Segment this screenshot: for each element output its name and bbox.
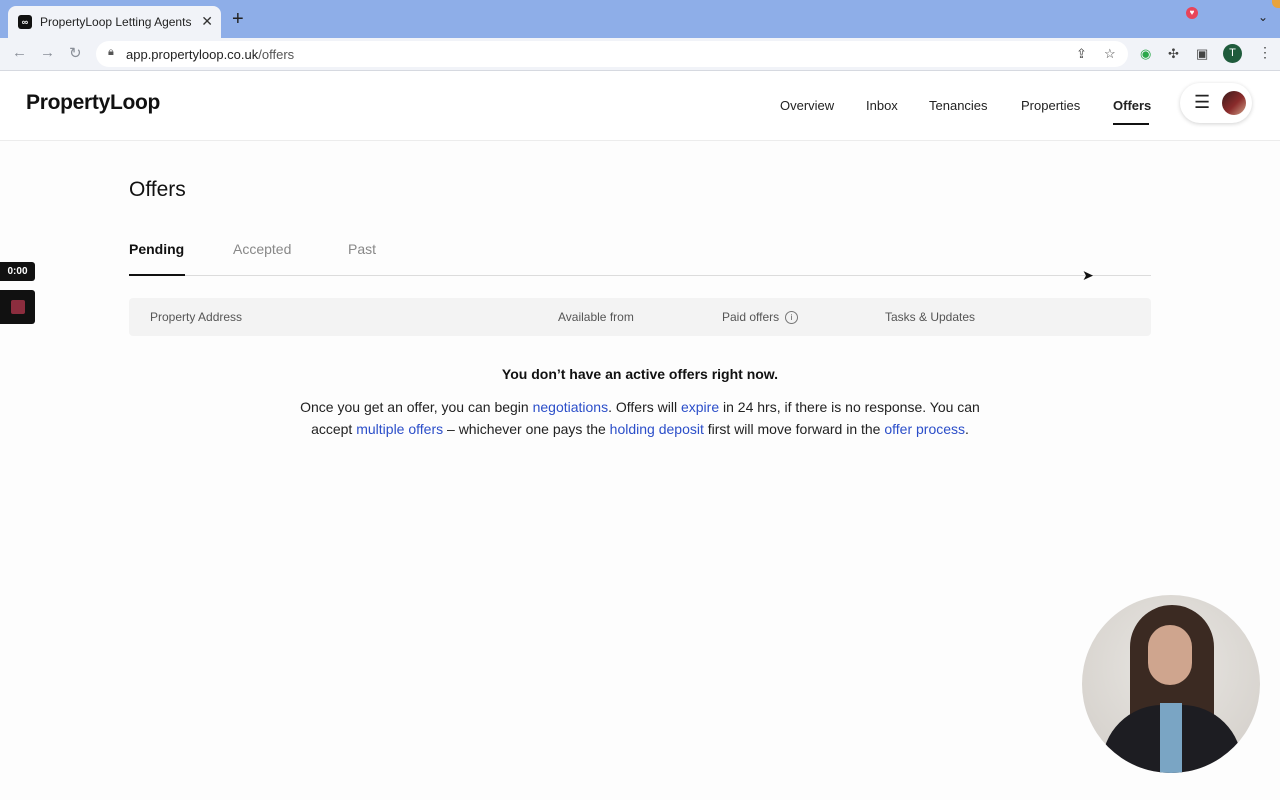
kebab-menu-icon[interactable]: ⋮ — [1258, 44, 1272, 61]
link-negotiations[interactable]: negotiations — [533, 399, 609, 415]
address-bar[interactable]: 🔒︎ app.propertyloop.co.uk/offers ⇪ ☆ — [96, 41, 1128, 67]
stop-icon — [11, 300, 25, 314]
empty-text-1: Once you get an offer, you can begin — [300, 399, 533, 415]
webcam-bubble[interactable] — [1082, 595, 1260, 773]
empty-text-5: first will move forward in the — [703, 420, 885, 437]
extension-icon[interactable]: ◉ — [1140, 46, 1151, 62]
close-tab-icon[interactable]: ✕ — [201, 13, 213, 30]
tabs-divider — [129, 275, 1151, 276]
url-path: /offers — [258, 47, 295, 62]
empty-text-6: . — [965, 420, 969, 437]
account-menu-button[interactable]: ☰ — [1180, 83, 1252, 123]
nav-offers[interactable]: Offers — [1113, 98, 1151, 113]
tab-pending[interactable]: Pending — [129, 241, 184, 257]
browser-tab[interactable]: ∞ PropertyLoop Letting Agents Ir ✕ — [8, 6, 221, 38]
link-offer-process[interactable]: offer process — [884, 421, 965, 437]
page-title: Offers — [129, 178, 186, 201]
puzzle-icon[interactable]: ✣ — [1168, 46, 1179, 62]
empty-state-title: You don’t have an active offers right no… — [501, 366, 779, 382]
tab-title: PropertyLoop Letting Agents Ir — [40, 15, 195, 29]
window-indicator — [1272, 0, 1280, 8]
info-icon[interactable]: i — [785, 311, 799, 325]
share-icon[interactable]: ⇪ — [1076, 46, 1087, 62]
column-paid-offers-label: Paid offers — [722, 310, 780, 324]
logo[interactable]: PropertyLoop — [26, 91, 160, 115]
empty-text-4: – whichever one pays the — [443, 420, 610, 437]
column-available-from: Available from — [558, 310, 634, 324]
link-expire[interactable]: expire — [681, 399, 719, 415]
url-text[interactable]: app.propertyloop.co.uk/offers — [126, 47, 294, 62]
back-icon[interactable]: ← — [12, 44, 27, 61]
nav-inbox[interactable]: Inbox — [866, 98, 898, 113]
nav-active-indicator — [1113, 123, 1149, 125]
browser-tabstrip: ∞ PropertyLoop Letting Agents Ir ✕ + ⌄ — [0, 0, 1280, 38]
empty-state-body: Once you get an offer, you can begin neg… — [300, 397, 980, 440]
link-multiple-offers[interactable]: multiple offers — [356, 421, 443, 437]
lock-icon[interactable]: 🔒︎ — [108, 46, 114, 59]
notification-badge-icon[interactable]: ♥ — [1186, 7, 1198, 19]
nav-overview[interactable]: Overview — [780, 98, 834, 113]
nav-properties[interactable]: Properties — [1021, 98, 1080, 113]
webcam-shirt — [1160, 703, 1182, 773]
avatar — [1222, 91, 1246, 115]
empty-text-2: . Offers will — [608, 399, 681, 415]
webcam-face — [1148, 625, 1192, 685]
table-header: Property Address Available from Paid off… — [129, 298, 1151, 336]
cursor-icon: ➤ — [1082, 267, 1094, 283]
forward-icon[interactable]: → — [40, 44, 55, 61]
sidepanel-icon[interactable]: ▣ — [1196, 46, 1208, 62]
nav-tenancies[interactable]: Tenancies — [929, 98, 988, 113]
reload-icon[interactable]: ↻ — [69, 44, 82, 62]
new-tab-icon[interactable]: + — [232, 9, 244, 29]
url-domain: app.propertyloop.co.uk — [126, 47, 259, 62]
tab-search-icon[interactable]: ⌄ — [1258, 10, 1268, 24]
favicon-icon: ∞ — [18, 15, 32, 29]
hamburger-icon: ☰ — [1194, 92, 1211, 112]
star-icon[interactable]: ☆ — [1104, 46, 1116, 62]
tab-accepted[interactable]: Accepted — [233, 241, 291, 257]
profile-avatar[interactable]: T — [1223, 44, 1242, 63]
column-paid-offers: Paid offers i — [722, 310, 799, 325]
column-property-address: Property Address — [150, 310, 243, 324]
column-tasks-updates: Tasks & Updates — [885, 310, 976, 324]
tab-past[interactable]: Past — [348, 241, 376, 257]
link-holding-deposit[interactable]: holding deposit — [610, 421, 704, 437]
recording-timer: 0:00 — [0, 262, 35, 281]
tab-active-indicator — [129, 274, 185, 276]
browser-toolbar: ← → ↻ 🔒︎ app.propertyloop.co.uk/offers ⇪… — [0, 38, 1280, 71]
stop-recording-button[interactable] — [0, 290, 35, 324]
app-header: PropertyLoop Overview Inbox Tenancies Pr… — [0, 71, 1280, 141]
